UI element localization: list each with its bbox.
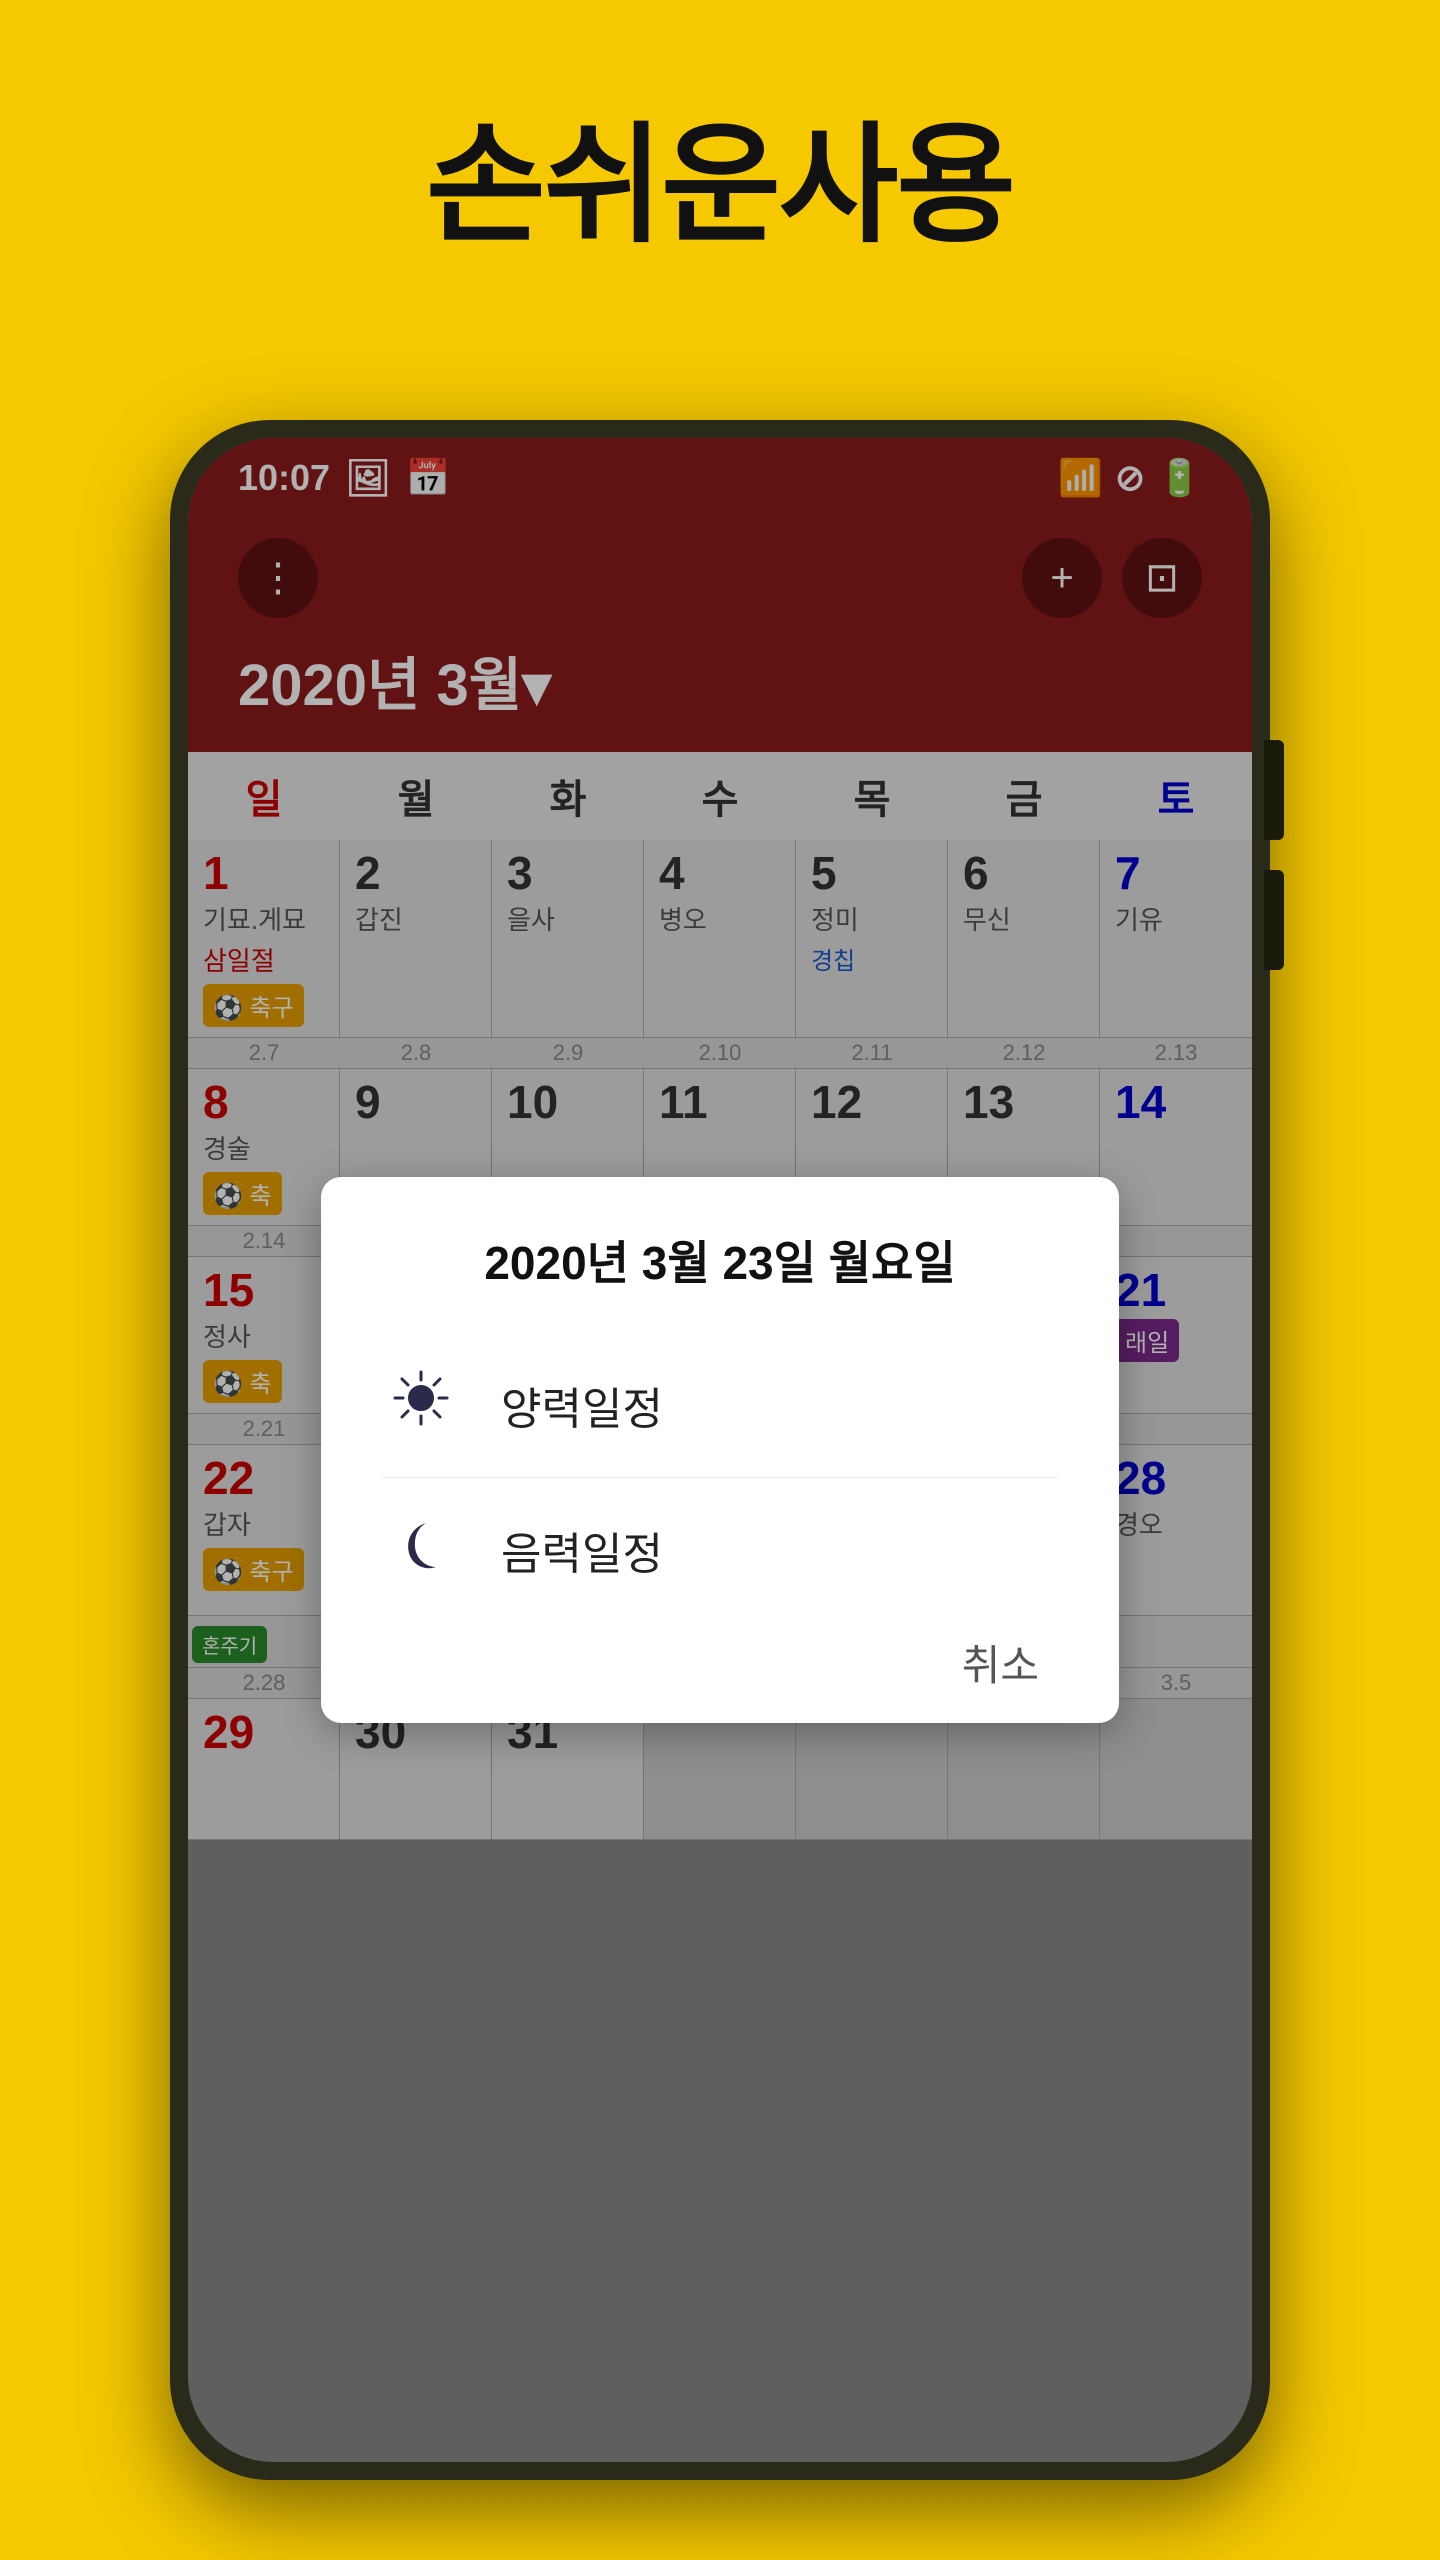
dialog-option-lunar[interactable]: 음력일정 [381, 1488, 1059, 1612]
dialog-box: 2020년 3월 23일 월요일 [321, 1177, 1119, 1723]
volume-up-button[interactable] [1264, 740, 1284, 840]
phone-wrapper: 10:07 🖼 📅 📶 ⊘ 🔋 ⋮ + ⊡ [170, 420, 1270, 2480]
solar-schedule-label: 양력일정 [501, 1373, 663, 1437]
page-title: 손쉬운사용 [0, 0, 1440, 268]
lunar-schedule-label: 음력일정 [501, 1518, 663, 1582]
moon-icon [381, 1513, 461, 1587]
phone-frame: 10:07 🖼 📅 📶 ⊘ 🔋 ⋮ + ⊡ [170, 420, 1270, 2480]
cancel-button[interactable]: 취소 [942, 1632, 1059, 1699]
dialog-option-solar[interactable]: 양력일정 [381, 1343, 1059, 1467]
dialog-title: 2020년 3월 23일 월요일 [381, 1227, 1059, 1293]
dialog-cancel-area: 취소 [381, 1612, 1059, 1693]
phone-screen: 10:07 🖼 📅 📶 ⊘ 🔋 ⋮ + ⊡ [188, 438, 1252, 2462]
volume-down-button[interactable] [1264, 870, 1284, 970]
sun-icon [381, 1368, 461, 1442]
dialog-divider [381, 1477, 1059, 1478]
dialog-overlay[interactable]: 2020년 3월 23일 월요일 [188, 438, 1252, 2462]
